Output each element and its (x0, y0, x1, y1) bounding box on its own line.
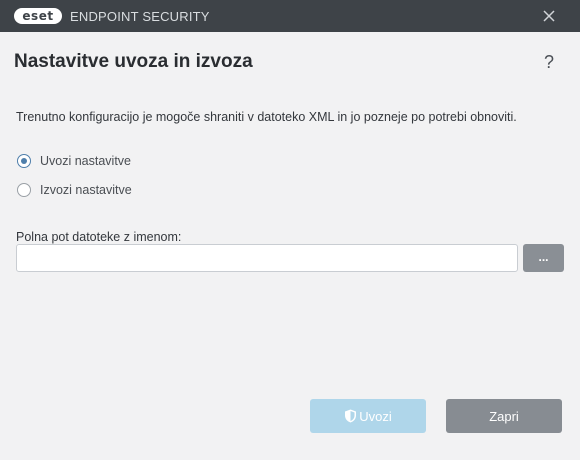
file-path-input[interactable] (16, 244, 518, 272)
help-icon[interactable]: ? (544, 52, 554, 73)
app-title: ENDPOINT SECURITY (70, 9, 210, 24)
radio-button[interactable] (17, 183, 31, 197)
eset-logo: eset (14, 8, 62, 24)
browse-button[interactable]: ... (523, 244, 564, 272)
radio-export-settings[interactable]: Izvozi nastavitve (17, 181, 132, 199)
dialog-description: Trenutno konfiguracijo je mogoče shranit… (16, 110, 517, 124)
import-button[interactable]: Uvozi (310, 399, 426, 433)
import-button-label: Uvozi (359, 408, 392, 424)
radio-import-settings[interactable]: Uvozi nastavitve (17, 152, 131, 170)
close-button-label: Zapri (489, 408, 519, 424)
radio-label: Izvozi nastavitve (40, 183, 132, 197)
path-label: Polna pot datoteke z imenom: (16, 230, 182, 244)
shield-icon (345, 409, 357, 423)
dialog-title: Nastavitve uvoza in izvoza (14, 51, 253, 72)
close-button[interactable]: Zapri (446, 399, 562, 433)
close-icon[interactable] (540, 7, 558, 25)
radio-button-checked[interactable] (17, 154, 31, 168)
title-bar: eset ENDPOINT SECURITY (0, 0, 580, 32)
radio-label: Uvozi nastavitve (40, 154, 132, 168)
